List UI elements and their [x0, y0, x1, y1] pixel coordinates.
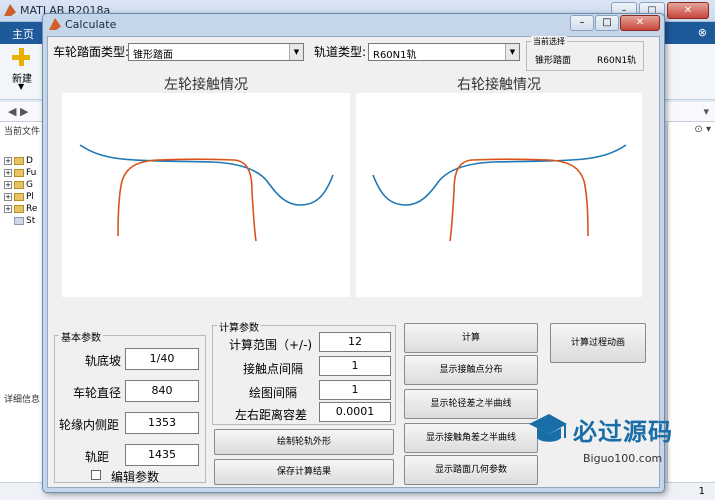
left-contact-plot	[62, 93, 350, 297]
folder-item[interactable]: + Re	[4, 204, 37, 214]
left-rail-profile	[79, 144, 334, 206]
calc-range-label: 计算范围（+/-)	[229, 338, 313, 352]
contact-step-label: 接触点间隔	[243, 362, 304, 376]
right-rail-profile	[372, 144, 627, 206]
maximize-button[interactable]: □	[595, 15, 619, 31]
current-wheel: 锥形踏面	[535, 56, 572, 66]
tab-home[interactable]: 主页	[12, 26, 34, 42]
calc-params-title: 计算参数	[217, 319, 261, 334]
rail-cant-label: 轨底坡	[85, 354, 122, 368]
folder-item[interactable]: + D	[4, 156, 33, 166]
angle-diff-button[interactable]: 显示接触角差之半曲线	[404, 423, 538, 453]
graduation-cap-icon	[529, 414, 567, 442]
expand-icon[interactable]: +	[4, 193, 12, 201]
status-page: 1	[698, 486, 705, 497]
calc-params-panel: 计算参数 计算范围（+/-) 12 接触点间隔 1 绘图间隔 1 左右距离容差 …	[212, 319, 396, 425]
left-contact-svg	[79, 144, 334, 242]
basic-params-title: 基本参数	[59, 329, 103, 344]
back-to-back-input[interactable]: 1353	[125, 412, 199, 434]
back-to-back-label: 轮缘内侧距	[59, 418, 120, 432]
wheel-profile-select[interactable]: 锥形踏面 ▼	[128, 43, 304, 61]
left-plot-title: 左轮接触情况	[164, 77, 248, 93]
folder-item[interactable]: + G	[4, 180, 33, 190]
current-selection-group: 当前选择 锥形踏面 R60N1轨	[526, 36, 644, 71]
matlab-close-button[interactable]: ✕	[667, 2, 709, 19]
calculate-titlebar: Calculate – □ ✕	[43, 14, 664, 34]
calc-range-input[interactable]: 12	[319, 332, 391, 352]
folder-item[interactable]: + Pl	[4, 192, 34, 202]
expand-icon[interactable]: +	[4, 157, 12, 165]
current-folder-panel: 当前文件 + D + Fu + G + Pl + Re St 详细信息	[0, 122, 44, 482]
watermark-text: 必过源码	[573, 418, 673, 446]
rail-type-label: 轨道类型:	[314, 45, 367, 59]
right-contact-plot	[356, 93, 642, 297]
current-rail: R60N1轨	[597, 56, 637, 66]
folder-icon	[14, 205, 24, 213]
file-icon	[14, 217, 24, 225]
radius-diff-button[interactable]: 显示轮径差之半曲线	[404, 389, 538, 419]
window-title: Calculate	[65, 18, 117, 31]
wheel-diameter-label: 车轮直径	[73, 386, 122, 400]
expand-icon[interactable]: +	[4, 181, 12, 189]
geometry-button[interactable]: 显示踏面几何参数	[404, 455, 538, 485]
matlab-figure-icon	[49, 18, 61, 30]
contact-distribution-button[interactable]: 显示接触点分布	[404, 355, 538, 385]
nav-arrows-icon[interactable]: ◀ ▶	[8, 105, 28, 118]
left-wheel-profile	[117, 158, 257, 242]
plot-step-input[interactable]: 1	[319, 380, 391, 400]
chevron-down-icon[interactable]: ▼	[289, 44, 303, 60]
minimize-button[interactable]: –	[570, 15, 594, 31]
animation-button[interactable]: 计算过程动画	[550, 323, 646, 363]
folder-icon	[14, 181, 24, 189]
help-icon[interactable]: ⊗	[698, 26, 707, 39]
contact-step-input[interactable]: 1	[319, 356, 391, 376]
calculate-button[interactable]: 计算	[404, 323, 538, 353]
current-folder-label: 当前文件	[4, 127, 41, 137]
watermark-url: Biguo100.com	[583, 452, 663, 465]
watermark: 必过源码 Biguo100.com	[527, 412, 702, 484]
panel-controls-icon[interactable]: ⊙ ▾	[694, 124, 711, 135]
gauge-input[interactable]: 1435	[125, 444, 199, 466]
address-dropdown-icon[interactable]: ▾	[703, 105, 709, 118]
draw-profile-button[interactable]: 绘制轮轨外形	[214, 429, 394, 455]
tolerance-input[interactable]: 0.0001	[319, 402, 391, 422]
edit-params-checkbox[interactable]	[91, 470, 101, 480]
rail-type-select[interactable]: R60N1轨 ▼	[368, 43, 520, 61]
expand-icon[interactable]: +	[4, 169, 12, 177]
tolerance-label: 左右距离容差	[235, 408, 308, 422]
right-contact-svg	[372, 144, 627, 242]
details-label: 详细信息	[4, 395, 41, 405]
folder-icon	[14, 157, 24, 165]
wheel-diameter-input[interactable]: 840	[125, 380, 199, 402]
save-results-button[interactable]: 保存计算结果	[214, 459, 394, 485]
folder-icon	[14, 193, 24, 201]
folder-icon	[14, 169, 24, 177]
current-selection-title: 当前选择	[531, 36, 567, 47]
chevron-down-icon[interactable]: ▼	[505, 44, 519, 60]
rail-cant-input[interactable]: 1/40	[125, 348, 199, 370]
gauge-label: 轨距	[85, 450, 110, 464]
plot-step-label: 绘图间隔	[249, 386, 298, 400]
matlab-logo-icon	[4, 4, 16, 16]
wheel-profile-label: 车轮踏面类型:	[53, 45, 130, 59]
edit-params-label: 编辑参数	[111, 470, 160, 484]
window-controls: – □ ✕	[570, 15, 660, 31]
file-item[interactable]: St	[4, 216, 35, 226]
new-plus-icon[interactable]	[12, 48, 30, 66]
new-dropdown-icon[interactable]: ▼	[18, 82, 24, 91]
right-plot-title: 右轮接触情况	[457, 77, 541, 93]
expand-icon[interactable]: +	[4, 205, 12, 213]
right-wheel-profile	[449, 158, 589, 242]
close-button[interactable]: ✕	[620, 15, 660, 31]
basic-params-panel: 基本参数 轨底坡 1/40 车轮直径 840 轮缘内侧距 1353 轨距 143…	[54, 329, 206, 484]
folder-item[interactable]: + Fu	[4, 168, 36, 178]
